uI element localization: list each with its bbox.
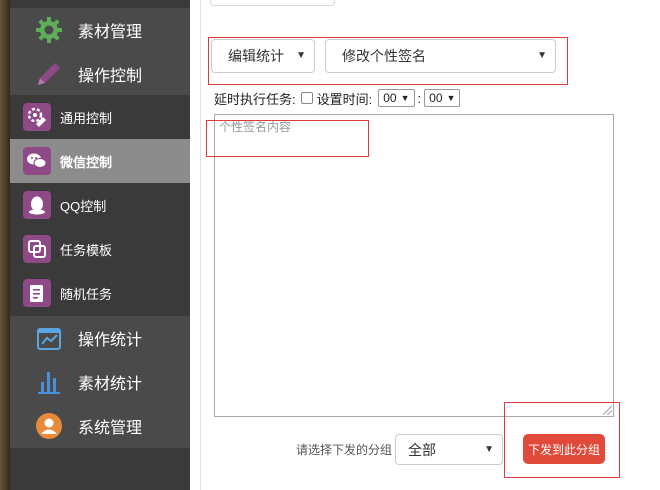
- chevron-down-icon: ▼: [446, 93, 456, 103]
- minute-select[interactable]: 00 ▼: [424, 89, 461, 107]
- set-time-label: 设置时间:: [316, 91, 373, 107]
- group-select-value: 全部: [408, 441, 436, 458]
- chevron-down-icon: ▼: [537, 50, 547, 61]
- sidebar-item-qq-control[interactable]: QQ控制: [10, 183, 190, 227]
- category-select-value: 编辑统计: [228, 48, 284, 64]
- hour-select[interactable]: 00 ▼: [378, 89, 415, 107]
- sidebar-item-label: 通用控制: [60, 110, 113, 126]
- textarea-placeholder: 个性签名内容: [219, 120, 292, 134]
- action-select[interactable]: 修改个性签名 ▼: [325, 39, 556, 73]
- chevron-down-icon: ▼: [296, 50, 306, 61]
- chevron-down-icon: ▼: [400, 93, 410, 103]
- sidebar-item-material-statistics[interactable]: 素材统计: [10, 360, 190, 404]
- hour-value: 00: [383, 91, 397, 105]
- resize-grip-icon[interactable]: [603, 406, 612, 415]
- sidebar-item-label: 系统管理: [78, 420, 143, 437]
- sidebar-edge: [0, 0, 10, 490]
- delay-checkbox[interactable]: [300, 92, 313, 104]
- qq-icon: [23, 191, 51, 219]
- sidebar-item-label: 微信控制: [60, 154, 113, 170]
- sidebar-item-task-template[interactable]: 任务模板: [10, 227, 190, 271]
- wechat-icon: [23, 147, 51, 175]
- sidebar-item-random-task[interactable]: 随机任务: [10, 271, 190, 315]
- sidebar-item-label: 素材管理: [78, 24, 143, 41]
- pencil-icon: [34, 59, 64, 89]
- sidebar-item-general-control[interactable]: 通用控制: [10, 95, 190, 139]
- template-icon: [23, 235, 51, 263]
- sidebar-item-operation-control[interactable]: 操作控制: [10, 52, 190, 96]
- sidebar-item-label: 任务模板: [60, 242, 113, 258]
- sidebar-item-label: 素材统计: [78, 376, 143, 393]
- user-icon: [34, 411, 64, 441]
- sidebar-item-label: 随机任务: [60, 286, 113, 302]
- sidebar-item-label: 操作统计: [78, 332, 143, 349]
- group-select[interactable]: 全部 ▼: [395, 434, 503, 465]
- gear-icon: [34, 15, 64, 45]
- minute-value: 00: [429, 91, 443, 105]
- main-panel: 编辑统计 ▼ 修改个性签名 ▼ 延时执行任务: 设置时间: 00 ▼ : 00 …: [190, 0, 660, 490]
- sidebar-item-material-management[interactable]: 素材管理: [10, 8, 190, 52]
- sidebar-item-system-management[interactable]: 系统管理: [10, 404, 190, 448]
- send-to-group-button[interactable]: 下发到此分组: [523, 434, 605, 464]
- sidebar-item-label: 操作控制: [78, 68, 143, 85]
- chart-line-icon: [34, 323, 64, 353]
- bar-chart-icon: [34, 367, 64, 397]
- delay-row: 延时执行任务: 设置时间: 00 ▼ : 00 ▼: [214, 88, 461, 108]
- gear-edit-icon: [23, 103, 51, 131]
- top-panel-edge: [210, 0, 335, 6]
- sidebar-item-operation-statistics[interactable]: 操作统计: [10, 316, 190, 360]
- clipboard-icon: [23, 279, 51, 307]
- sidebar-item-label: QQ控制: [60, 198, 107, 214]
- sidebar-item-wechat-control[interactable]: 微信控制: [10, 139, 190, 183]
- delay-label: 延时执行任务:: [214, 91, 296, 107]
- time-separator: :: [417, 90, 422, 106]
- panel-divider: [200, 0, 201, 490]
- group-label: 请选择下发的分组: [296, 443, 393, 457]
- category-select[interactable]: 编辑统计 ▼: [211, 39, 315, 73]
- action-select-value: 修改个性签名: [342, 48, 426, 64]
- sidebar: 素材管理 操作控制 通用控制 微信控制 QQ控制 任务模板 随机任务 操作统计 …: [0, 0, 190, 490]
- signature-textarea[interactable]: 个性签名内容: [214, 114, 614, 417]
- chevron-down-icon: ▼: [484, 444, 494, 455]
